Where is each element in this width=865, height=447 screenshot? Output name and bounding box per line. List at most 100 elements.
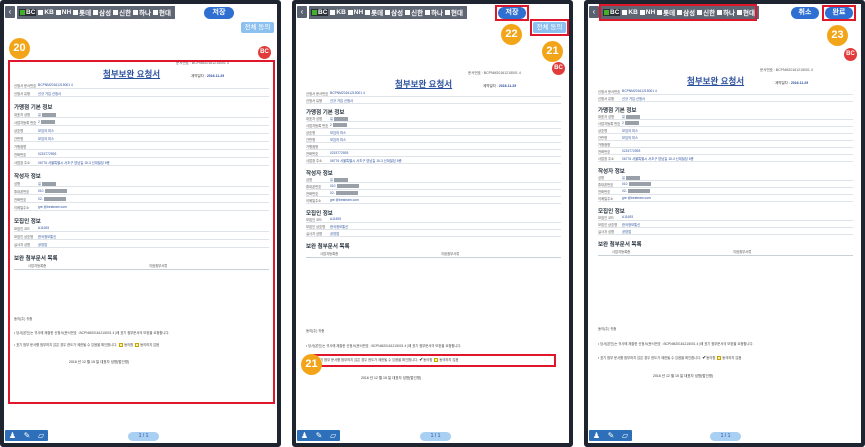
highlight-tabs [599,4,757,21]
section-title-attachments: 보완 첨부문서 목록 [306,244,350,250]
hana-square-icon [425,9,431,15]
info-row: 모집인 코드 A11693 [306,217,561,223]
info-row: 대표자 성명 유 [598,114,853,120]
eraser-icon[interactable]: ▱ [622,431,628,440]
info-row: 전화번호 0215772593 [306,151,561,157]
info-row: 사업자등록 번호 2 [598,121,853,127]
bc-logo: BC [552,62,565,75]
tab-lotte[interactable]: 롯데 [73,7,91,17]
card-company-tabs: BC KB NH 롯데 삼성 신한 하나 현대 [17,5,176,19]
tab-lotte[interactable]: 롯데 [365,7,383,17]
info-row: 모집인 상호명 한국정보통신 [306,224,561,230]
tab-kb[interactable]: KB [38,9,54,16]
page-indicator[interactable]: 1 / 1 [710,432,741,441]
info-row: 신청서 유형 신규 가입 신청서 [598,96,853,102]
step-badge-21: 21 [301,354,322,375]
person-icon[interactable]: ♟ [301,431,308,440]
device-frame: ‹ BC KB NH 롯데 삼성 신한 하나 현대 저장 전체 동의 22 21… [292,0,573,447]
tab-hyundai[interactable]: 현대 [153,7,171,17]
tab-shinhan[interactable]: 신한 [113,7,131,17]
person-icon[interactable]: ♟ [9,431,16,440]
tab-hana[interactable]: 하나 [133,7,151,17]
disagree-checkbox[interactable] [717,356,722,361]
bottom-bar: ♟ ✎ ▱ 1 / 1 [588,430,861,443]
kb-square-icon [330,9,336,15]
tab-bc[interactable]: BC [19,8,37,16]
top-bar: ‹ BC KB NH 롯데 삼성 신한 하나 현대 [4,4,277,20]
eraser-icon[interactable]: ▱ [330,431,336,440]
contract-date: 계약일자 : 2016.11.29 [775,81,809,85]
screen-panel-3: ‹ BC KB NH 롯데 삼성 신한 하나 현대 취소 완료 23 BC 문서… [584,0,865,447]
info-row: 성명 유 [306,177,561,183]
contract-date: 계약일자 : 2016.11.29 [483,84,517,88]
highlight-agree-all [530,19,569,36]
signature-date: 2016 년 12 월 15 일 대표자 성명(법인명) [653,374,714,378]
consent-line-1: • 당사(본인)는 귀사에 제출한 신청서(문서번호 : BCPNM201612… [306,344,462,348]
bc-logo: BC [844,48,857,61]
section-title-writer: 작성자 정보 [306,171,333,177]
info-row: 이메일주소 gre @besteam.com [306,198,561,204]
lotte-square-icon [365,9,371,15]
tab-bc[interactable]: BC [311,8,329,16]
doc-number: 문서번호 : BCPNM20161215001 4 [760,68,813,72]
pen-icon[interactable]: ✎ [608,431,615,440]
drawing-tools: ♟ ✎ ▱ [5,430,48,441]
info-row: 전화번호 0215772593 [598,149,853,155]
tab-hana[interactable]: 하나 [425,7,443,17]
tab-hyundai[interactable]: 현대 [445,7,463,17]
screen-panel-1: ‹ BC KB NH 롯데 삼성 신한 하나 현대 저장 전체 동의 BC 문서… [0,0,281,447]
info-row: 신청서 문서번호 BCPNM20161215001 4 [598,89,853,95]
nh-square-icon [55,9,61,15]
attachment-row: 사업자등록증 지점첨부서류 [306,251,561,258]
back-arrow-icon[interactable]: ‹ [5,6,15,18]
page-indicator[interactable]: 1 / 1 [420,432,451,441]
tab-samsung[interactable]: 삼성 [385,7,403,17]
consent-head: 동의(주) 귀중 [598,327,617,331]
section-title-writer: 작성자 정보 [598,169,625,175]
info-row: 상호명 모임의 미스 [306,130,561,136]
eraser-icon[interactable]: ▱ [38,431,44,440]
attachment-row: 사업자등록증 지점첨부서류 [598,249,853,256]
samsung-square-icon [385,9,391,15]
doc-title: 첨부보완 요청서 [395,79,453,89]
pen-icon[interactable]: ✎ [24,431,31,440]
tab-samsung[interactable]: 삼성 [93,7,111,17]
page-indicator[interactable]: 1 / 1 [128,432,159,441]
nh-square-icon [347,9,353,15]
consent-head: 동의(주) 귀중 [306,329,325,333]
bc-square-icon [312,9,317,15]
info-row: 간판명 모임의 미스 [306,137,561,143]
hyundai-square-icon [153,9,159,15]
tab-nh[interactable]: NH [55,9,71,16]
section-title-merchant: 가맹점 기본 정보 [598,108,637,114]
info-row: 신청서 유형 신규 가입 신청서 [306,98,561,104]
back-arrow-icon[interactable]: ‹ [297,6,307,18]
tab-nh[interactable]: NH [347,9,363,16]
cancel-button[interactable]: 취소 [791,7,819,19]
step-badge-22: 22 [501,24,522,45]
step-badge-23: 23 [827,25,848,46]
pen-icon[interactable]: ✎ [316,431,323,440]
info-row: 모집인 코드 A11693 [598,215,853,221]
agree-all-button[interactable]: 전체 동의 [241,22,274,33]
kb-square-icon [38,9,44,15]
drawing-tools: ♟ ✎ ▱ [297,430,340,441]
samsung-square-icon [93,9,99,15]
info-row: 전화번호 02- [306,191,561,197]
back-arrow-icon[interactable]: ‹ [589,6,599,18]
info-row: 실사자 성명 공영업 [598,229,853,235]
section-title-recruiter: 모집인 정보 [306,211,333,217]
tab-shinhan[interactable]: 신한 [405,7,423,17]
step-badge-21: 21 [542,41,563,62]
doc-title: 첨부보완 요청서 [687,76,745,86]
info-row: 가맹점명 [306,144,561,150]
bottom-bar: ♟ ✎ ▱ 1 / 1 [296,430,569,443]
highlight-save [495,5,529,21]
shinhan-square-icon [113,9,119,15]
tab-kb[interactable]: KB [330,9,346,16]
info-row: 모집인 상호명 한국정보통신 [598,222,853,228]
hyundai-square-icon [445,9,451,15]
section-title-merchant: 가맹점 기본 정보 [306,110,345,116]
save-button[interactable]: 저장 [204,7,234,19]
person-icon[interactable]: ♟ [593,431,600,440]
